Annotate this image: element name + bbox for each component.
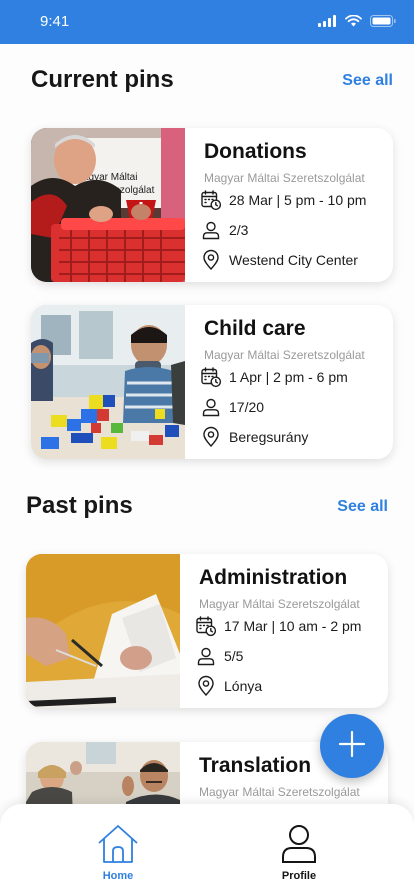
pin-title: Translation [199, 754, 312, 777]
nav-home[interactable]: Home [78, 824, 158, 882]
pin-location: Westend City Center [229, 252, 358, 268]
pin-date: 28 Mar | 5 pm - 10 pm [229, 192, 367, 208]
status-icons [318, 14, 396, 32]
pin-card-donations[interactable]: agyar Máltai Szeretszolgálat Donations M… [31, 128, 393, 282]
pin-people: 2/3 [229, 222, 249, 238]
pin-location: Beregsurány [229, 429, 309, 445]
add-pin-button[interactable] [320, 714, 384, 778]
status-bar: 9:41 [0, 0, 414, 44]
location-pin-icon [200, 249, 222, 271]
current-pins-see-all-link[interactable]: See all [342, 72, 393, 90]
status-time: 9:41 [40, 13, 70, 30]
nav-profile-label: Profile [281, 870, 317, 882]
pin-location-row: Lónya [195, 675, 262, 697]
calendar-clock-icon [195, 615, 217, 637]
battery-icon [370, 14, 396, 32]
pin-date: 1 Apr | 2 pm - 6 pm [229, 369, 348, 385]
pin-org: Magyar Máltai Szeretszolgálat [204, 348, 365, 362]
pin-org: Magyar Máltai Szeretszolgálat [199, 785, 360, 799]
pin-org: Magyar Máltai Szeretszolgálat [199, 597, 360, 611]
pin-people: 5/5 [224, 648, 244, 664]
pin-location-row: Beregsurány [200, 426, 308, 448]
nav-home-label: Home [102, 870, 134, 882]
plus-icon [337, 729, 367, 764]
person-icon [195, 645, 217, 667]
pin-org: Magyar Máltai Szeretszolgálat [204, 171, 365, 185]
pin-card-administration[interactable]: Administration Magyar Máltai Szeretszolg… [26, 554, 388, 708]
signal-icon [318, 14, 337, 32]
profile-icon [281, 824, 317, 869]
pin-date-row: 28 Mar | 5 pm - 10 pm [200, 189, 366, 211]
past-pins-title: Past pins [26, 492, 133, 519]
pin-title: Donations [204, 140, 307, 163]
location-pin-icon [200, 426, 222, 448]
person-icon [200, 219, 222, 241]
nav-profile[interactable]: Profile [259, 824, 339, 882]
current-pins-title: Current pins [31, 66, 174, 93]
person-icon [200, 396, 222, 418]
calendar-clock-icon [200, 189, 222, 211]
child-care-photo [31, 305, 185, 459]
location-pin-icon [195, 675, 217, 697]
bottom-nav: Home Profile [0, 804, 414, 896]
pin-date: 17 Mar | 10 am - 2 pm [224, 618, 362, 634]
home-icon [97, 824, 139, 869]
administration-photo [26, 554, 180, 708]
pin-people-row: 17/20 [200, 396, 264, 418]
pin-location: Lónya [224, 678, 263, 694]
pin-card-child-care[interactable]: Child care Magyar Máltai Szeretszolgálat… [31, 305, 393, 459]
calendar-clock-icon [200, 366, 222, 388]
pin-people: 17/20 [229, 399, 265, 415]
donations-photo: agyar Máltai Szeretszolgálat [31, 128, 185, 282]
pin-title: Child care [204, 317, 306, 340]
pin-date-row: 1 Apr | 2 pm - 6 pm [200, 366, 348, 388]
pin-people-row: 5/5 [195, 645, 243, 667]
pin-title: Administration [199, 566, 348, 589]
pin-location-row: Westend City Center [200, 249, 358, 271]
wifi-icon [345, 14, 362, 32]
pin-people-row: 2/3 [200, 219, 248, 241]
past-pins-see-all-link[interactable]: See all [337, 498, 388, 516]
pin-date-row: 17 Mar | 10 am - 2 pm [195, 615, 361, 637]
